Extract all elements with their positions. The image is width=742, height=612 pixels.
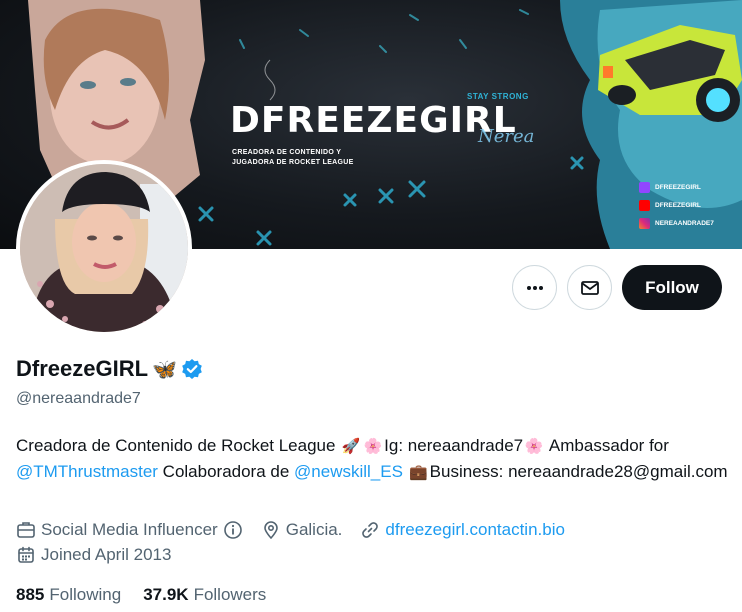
butterfly-emoji-icon: 🦋 (152, 358, 177, 381)
location-text: Galicia. (285, 520, 343, 539)
banner-subtitle-line-1: CREADORA DE CONTENIDO Y (232, 149, 342, 156)
briefcase-emoji-icon: 💼 (409, 464, 429, 481)
banner-subtitle: CREADORA DE CONTENIDO Y JUGADORA DE ROCK… (232, 148, 354, 168)
followers-link[interactable]: 37.9K Followers (143, 585, 266, 605)
profile-name-row: DfreezeGIRL 🦋 (16, 356, 203, 382)
bio-text: Ambassador for (545, 436, 669, 455)
banner-social-handle: DFREEZEGIRL (655, 183, 701, 191)
follow-stats: 885 Following 37.9K Followers (16, 585, 266, 605)
following-count: 885 (16, 585, 45, 604)
bio-text: Colaboradora de (157, 462, 295, 481)
mention-tmthrustmaster-link[interactable]: @TMThrustmaster (16, 462, 158, 481)
banner-social-handle: DFREEZEGIRL (655, 201, 701, 209)
briefcase-icon (17, 522, 35, 538)
category-item: Social Media Influencer (16, 520, 243, 540)
link-icon (362, 522, 379, 538)
profile-handle: @nereaandrade7 (16, 390, 141, 407)
twitch-icon (639, 181, 650, 193)
banner-subtitle-line-2: JUGADORA DE ROCKET LEAGUE (232, 159, 354, 166)
youtube-icon (639, 199, 650, 211)
banner-social-youtube: DFREEZEGIRL (639, 196, 714, 214)
verified-badge-icon[interactable] (181, 358, 203, 380)
bio-text: Ig: nereaandrade7 (384, 436, 524, 455)
profile-bio: Creadora de Contenido de Rocket League 🚀… (16, 433, 731, 485)
location-pin-icon (263, 521, 278, 540)
profile-meta-row: Social Media Influencer Galicia. dfreeze… (16, 520, 583, 540)
instagram-icon (639, 217, 650, 229)
joined-text: Joined April 2013 (41, 545, 172, 564)
mention-newskill-link[interactable]: @newskill_ES (294, 462, 403, 481)
message-button[interactable] (567, 265, 612, 310)
envelope-icon (580, 280, 599, 295)
more-icon (526, 285, 543, 290)
followers-label: Followers (193, 585, 267, 604)
info-icon[interactable] (223, 520, 243, 540)
following-link[interactable]: 885 Following (16, 585, 121, 605)
follow-button[interactable]: Follow (622, 265, 722, 310)
rocket-emoji-icon: 🚀 (341, 438, 361, 455)
bio-text: Business: nereaandrade28@gmail.com (429, 462, 728, 481)
profile-joined-row: Joined April 2013 (16, 545, 189, 565)
website-item: dfreezegirl.contactin.bio (360, 520, 565, 540)
bio-text: Creadora de Contenido de Rocket League (16, 436, 341, 455)
flower-emoji-icon: 🌸 (363, 438, 383, 455)
display-name: DfreezeGIRL (16, 356, 149, 381)
banner-script-signature: Nerea (478, 126, 535, 147)
banner-social-handle: NEREAANDRADE7 (655, 219, 714, 227)
banner-social-instagram: NEREAANDRADE7 (639, 214, 714, 232)
following-label: Following (49, 585, 122, 604)
calendar-icon (18, 546, 34, 563)
avatar-photo (20, 164, 188, 332)
banner-social-twitch: DFREEZEGIRL (639, 178, 714, 196)
website-link[interactable]: dfreezegirl.contactin.bio (385, 520, 565, 540)
location-item: Galicia. (261, 520, 343, 540)
followers-count: 37.9K (143, 585, 189, 604)
category-text: Social Media Influencer (41, 520, 218, 539)
flower-emoji-icon: 🌸 (524, 438, 544, 455)
profile-avatar[interactable] (16, 160, 192, 336)
more-options-button[interactable] (512, 265, 557, 310)
banner-social-list: DFREEZEGIRL DFREEZEGIRL NEREAANDRADE7 (639, 178, 714, 232)
joined-item: Joined April 2013 (16, 545, 171, 565)
banner-title: DFREEZEGIRL (230, 100, 517, 141)
